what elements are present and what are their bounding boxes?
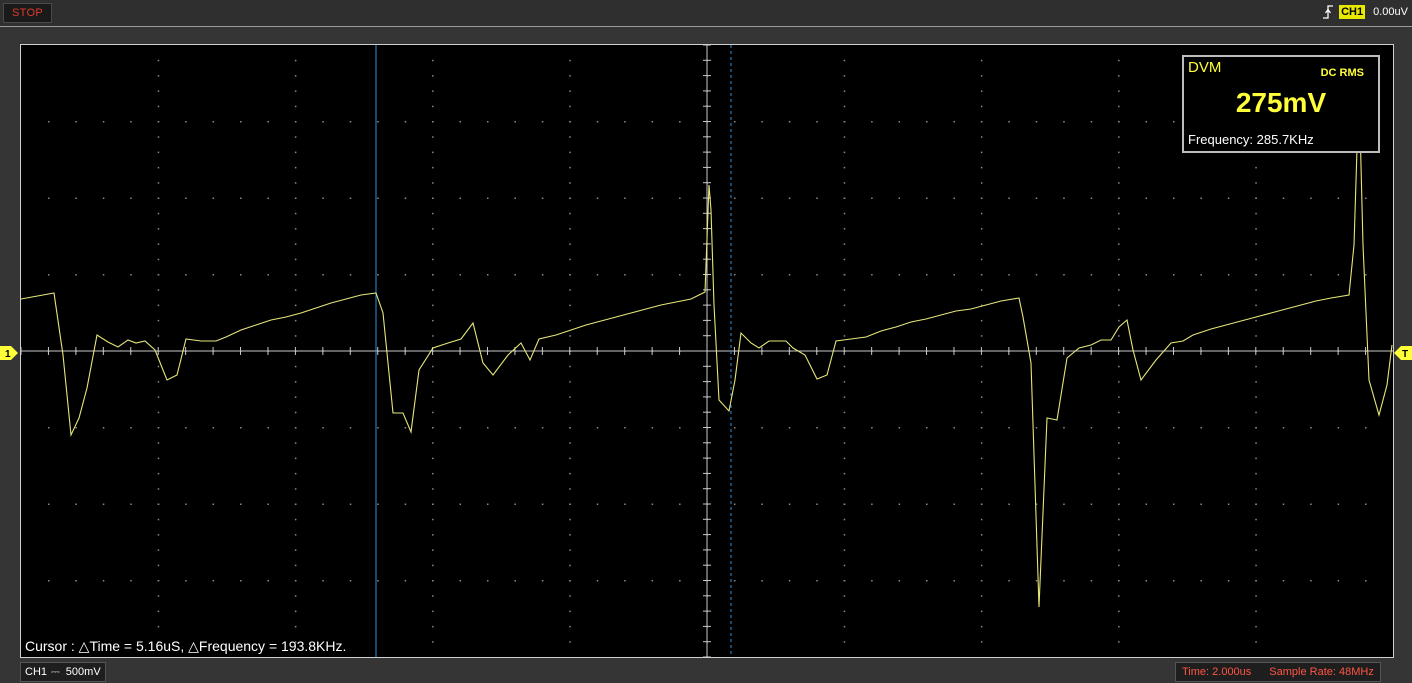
trigger-level: 0.00uV: [1373, 6, 1408, 18]
channel-name: CH1: [25, 666, 48, 678]
trigger-source-badge: CH1: [1339, 5, 1366, 19]
svg-text:1: 1: [5, 349, 11, 360]
top-status-bar: STOP CH1 0.00uV: [0, 0, 1412, 27]
trigger-info[interactable]: CH1 0.00uV: [1321, 2, 1408, 22]
dvm-panel: DVM DC RMS 275mV Frequency: 285.7KHz: [1182, 55, 1380, 153]
timebase-settings[interactable]: Time: 2.000us Sample Rate: 48MHz: [1175, 662, 1381, 682]
dvm-value: 275mV: [1235, 87, 1327, 118]
sample-rate: Sample Rate: 48MHz: [1269, 666, 1374, 678]
run-stop-button[interactable]: STOP: [3, 3, 52, 23]
timebase-time: Time: 2.000us: [1182, 666, 1252, 678]
channel-1-level-marker[interactable]: 1: [0, 346, 18, 360]
dvm-mode: DC RMS: [1320, 67, 1364, 79]
trigger-level-marker[interactable]: T: [1394, 346, 1412, 360]
cursor-readout: Cursor : △Time = 5.16uS, △Frequency = 19…: [25, 638, 347, 654]
channel-settings[interactable]: CH1 ⎓ 500mV: [20, 662, 106, 682]
dvm-title: DVM: [1188, 59, 1222, 76]
dc-coupling-icon: ⎓: [51, 666, 60, 678]
dvm-frequency: Frequency: 285.7KHz: [1188, 132, 1314, 147]
rising-edge-icon: [1323, 5, 1334, 19]
channel-scale: 500mV: [65, 666, 101, 678]
svg-text:T: T: [1402, 349, 1408, 360]
